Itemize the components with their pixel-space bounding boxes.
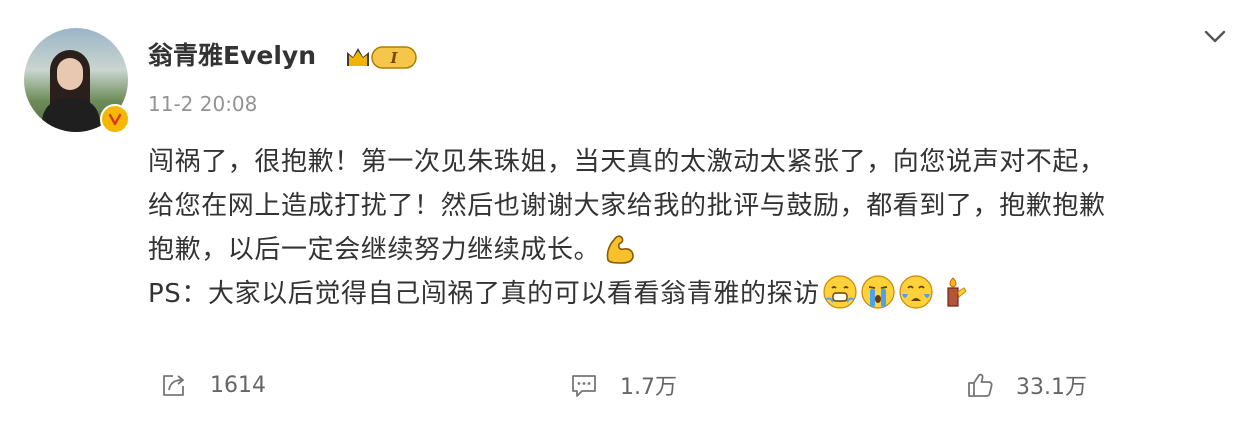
- share-button[interactable]: 1614: [160, 360, 266, 410]
- flexed-biceps-emoji: [606, 235, 635, 264]
- comment-button[interactable]: 1.7万: [570, 360, 677, 410]
- verified-badge-icon: [100, 104, 130, 134]
- crying-emoji: [899, 275, 933, 309]
- awkward-smile-emoji: [823, 275, 857, 309]
- content-line-text: PS：大家以后觉得自己闯祸了真的可以看看翁青雅的探访: [148, 279, 820, 309]
- share-count: 1614: [210, 372, 266, 398]
- like-count: 33.1万: [1016, 375, 1087, 400]
- content-line-text: 抱歉，以后一定会继续努力继续成长。: [148, 235, 601, 265]
- content-line: 抱歉，以后一定会继续努力继续成长。: [148, 228, 1238, 272]
- action-bar: 1614 1.7万 33.1万: [0, 360, 1258, 410]
- chevron-down-icon[interactable]: [1200, 24, 1230, 48]
- content-line: PS：大家以后觉得自己闯祸了真的可以看看翁青雅的探访: [148, 272, 1238, 316]
- weibo-post-card: 翁青雅Evelyn I 11-2 20:08 闯祸了，很抱歉！第一次见朱珠姐，当…: [0, 0, 1258, 422]
- like-button[interactable]: 33.1万: [966, 360, 1087, 410]
- post-timestamp[interactable]: 11-2 20:08: [148, 92, 257, 116]
- content-line: 闯祸了，很抱歉！第一次见朱珠姐，当天真的太激动太紧张了，向您说声对不起，: [148, 147, 1106, 177]
- content-line: 给您在网上造成打扰了！然后也谢谢大家给我的批评与鼓励，都看到了，抱歉抱歉: [148, 191, 1106, 221]
- post-content: 闯祸了，很抱歉！第一次见朱珠姐，当天真的太激动太紧张了，向您说声对不起， 给您在…: [148, 140, 1238, 316]
- crying-emoji: [861, 275, 895, 309]
- level-badge-text: I: [389, 49, 398, 67]
- thumbs-up-candle-emoji: [947, 277, 967, 307]
- author-name[interactable]: 翁青雅Evelyn: [148, 36, 316, 76]
- comment-icon: [572, 375, 596, 397]
- thumbs-up-icon: [968, 373, 993, 397]
- comment-count: 1.7万: [620, 375, 677, 400]
- share-icon: [163, 375, 184, 396]
- member-level-badge[interactable]: I: [344, 42, 420, 72]
